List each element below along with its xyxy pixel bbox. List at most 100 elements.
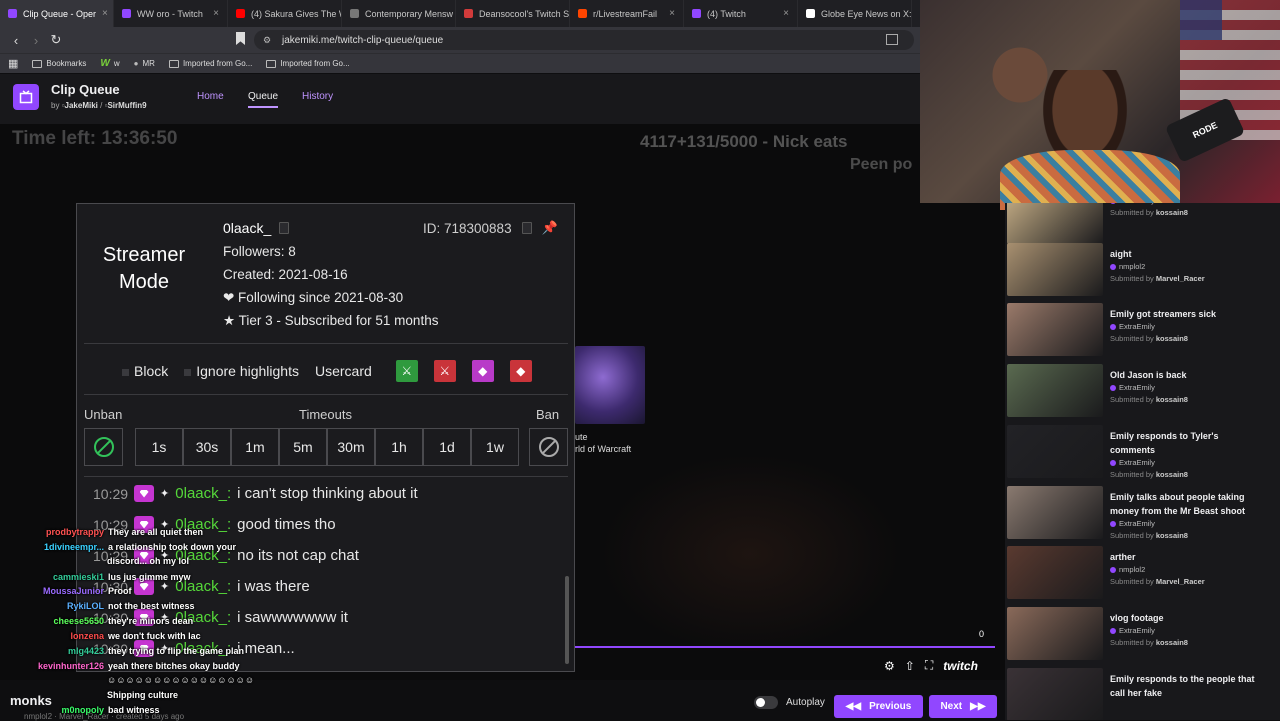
back-icon[interactable]: ‹ bbox=[6, 33, 26, 48]
queue-item-author: nmplol2 bbox=[1110, 564, 1266, 576]
timeout-button-30m[interactable]: 30m bbox=[327, 428, 375, 466]
queue-thumbnail[interactable] bbox=[1007, 303, 1103, 356]
stream-chat-message: ☺☺☺☺☺☺☺☺☺☺☺☺☺☺☺☺ bbox=[107, 675, 255, 685]
stream-chat-username: m0nopoly bbox=[61, 705, 104, 715]
queue-item[interactable]: vlog footage ExtraEmily Submitted by kossa… bbox=[1007, 607, 1277, 664]
tab-close-icon[interactable]: × bbox=[102, 8, 108, 19]
author-link[interactable]: JakeMiki bbox=[65, 101, 98, 110]
share-icon[interactable]: ⇧ bbox=[905, 659, 915, 673]
queue-item[interactable]: Emily responds to the people that call h… bbox=[1007, 668, 1277, 720]
queue-item-text: vlog footage ExtraEmily Submitted by kossa… bbox=[1110, 607, 1266, 664]
queue-thumbnail[interactable] bbox=[1007, 203, 1103, 244]
autoplay-toggle[interactable] bbox=[754, 696, 778, 709]
ban-button[interactable] bbox=[529, 428, 568, 466]
overlay-time-left: Time left: 13:36:50 bbox=[12, 128, 178, 149]
stream-chat-message: a relationship took down your bbox=[108, 542, 237, 552]
tab-close-icon[interactable]: × bbox=[669, 8, 675, 19]
queue-item[interactable]: aight nmplol2 Submitted by Marvel_Racer bbox=[1007, 243, 1277, 300]
sub-badge-icon: ✦ bbox=[160, 488, 170, 500]
copy-icon[interactable] bbox=[279, 222, 290, 234]
folder-icon bbox=[32, 59, 43, 68]
fullscreen-icon[interactable]: ⛶ bbox=[925, 658, 933, 673]
queue-item[interactable]: Old Jason is back ExtraEmily Submitted by … bbox=[1007, 364, 1277, 421]
folder-icon bbox=[266, 59, 277, 68]
previous-icon: ◀◀ bbox=[845, 701, 862, 712]
settings-gear-icon[interactable]: ⚙ bbox=[884, 659, 895, 673]
usercard-scrollbar[interactable] bbox=[565, 576, 569, 664]
browser-tab[interactable]: Clip Queue - Oper × bbox=[0, 0, 114, 27]
site-info-icon[interactable]: ⚙ bbox=[263, 35, 271, 46]
author-link[interactable]: SirMuffin9 bbox=[107, 101, 146, 110]
queue-item-text: Old Jason is back ExtraEmily Submitted by … bbox=[1110, 364, 1266, 421]
usercard-username[interactable]: 0laack_ bbox=[223, 220, 271, 236]
timeout-button-30s[interactable]: 30s bbox=[183, 428, 231, 466]
queue-thumbnail[interactable] bbox=[1007, 243, 1103, 296]
forward-icon[interactable]: › bbox=[26, 33, 46, 48]
previous-button[interactable]: ◀◀ Previous bbox=[834, 695, 923, 718]
queue-thumbnail[interactable] bbox=[1007, 425, 1103, 478]
browser-tab[interactable]: r/LivestreamFail × bbox=[570, 0, 684, 27]
queue-thumbnail[interactable] bbox=[1007, 486, 1103, 539]
usercard-link[interactable]: Usercard bbox=[315, 363, 372, 379]
queue-thumbnail[interactable] bbox=[1007, 546, 1103, 599]
queue-item[interactable]: Emily talks about people taking money fr… bbox=[1007, 486, 1277, 543]
queue-thumbnail[interactable] bbox=[1007, 607, 1103, 660]
browser-tab[interactable]: WW oro - Twitch × bbox=[114, 0, 228, 27]
video-progress-bar[interactable] bbox=[575, 646, 995, 648]
unvip-gem-icon[interactable]: ◆ bbox=[509, 360, 532, 382]
queue-sidebar[interactable]: ExtraEmilySubmitted by kossain8aightnmpl… bbox=[1005, 203, 1280, 720]
tab-close-icon[interactable]: × bbox=[783, 8, 789, 19]
tab-close-icon[interactable]: × bbox=[213, 8, 219, 19]
bookmark-imported-1[interactable]: Imported from Go... bbox=[168, 59, 252, 68]
queue-item[interactable]: arther nmplol2 Submitted by Marvel_Racer bbox=[1007, 546, 1277, 603]
queue-item[interactable]: ExtraEmilySubmitted by kossain8 bbox=[1007, 203, 1277, 248]
browser-tab[interactable]: Deansocool's Twitch St× bbox=[456, 0, 570, 27]
timeout-button-1d[interactable]: 1d bbox=[423, 428, 471, 466]
browser-tab[interactable]: (4) Sakura Gives The W× bbox=[228, 0, 342, 27]
unban-button[interactable] bbox=[84, 428, 123, 466]
next-button[interactable]: Next ▶▶ bbox=[929, 695, 997, 718]
stream-chat-username: kevinhunter126 bbox=[37, 661, 104, 671]
stream-chat-message: they trying to flip the game plan bbox=[108, 646, 245, 656]
timeout-button-1m[interactable]: 1m bbox=[231, 428, 279, 466]
screen-icon[interactable] bbox=[886, 34, 898, 45]
bookmark-bookmarks[interactable]: Bookmarks bbox=[32, 59, 86, 68]
twitch-logo-icon[interactable]: twitch bbox=[943, 659, 978, 673]
pin-icon[interactable]: 📌 bbox=[542, 220, 558, 236]
queue-item-text: ExtraEmilySubmitted by kossain8 bbox=[1110, 203, 1188, 248]
bookmark-imported-2[interactable]: Imported from Go... bbox=[266, 59, 350, 68]
stream-chat-message: They are all quiet then bbox=[108, 527, 204, 537]
timeout-button-1h[interactable]: 1h bbox=[375, 428, 423, 466]
timeout-button-1s[interactable]: 1s bbox=[135, 428, 183, 466]
nav-history[interactable]: History bbox=[302, 91, 333, 102]
bookmark-w[interactable]: Ww bbox=[100, 58, 119, 69]
timeout-button-1w[interactable]: 1w bbox=[471, 428, 519, 466]
nav-queue[interactable]: Queue bbox=[248, 91, 279, 108]
timeout-button-5m[interactable]: 5m bbox=[279, 428, 327, 466]
nav-home[interactable]: Home bbox=[197, 91, 224, 102]
ignore-highlights-checkbox[interactable]: Ignore highlights bbox=[184, 363, 299, 379]
browser-tab[interactable]: (4) Twitch × bbox=[684, 0, 798, 27]
copy-icon[interactable] bbox=[521, 222, 532, 234]
queue-thumbnail[interactable] bbox=[1007, 668, 1103, 720]
block-checkbox[interactable]: Block bbox=[122, 363, 168, 379]
queue-item-title: Emily responds to the people that call h… bbox=[1110, 674, 1255, 698]
usercard-created: Created: 2021-08-16 bbox=[223, 267, 348, 282]
message-username[interactable]: 0laack_: bbox=[175, 485, 231, 502]
queue-item[interactable]: Emily got streamers sick ExtraEmily Submit… bbox=[1007, 303, 1277, 360]
vip-gem-icon[interactable]: ◆ bbox=[471, 360, 494, 382]
reload-icon[interactable]: ↻ bbox=[46, 32, 66, 48]
queue-thumbnail[interactable] bbox=[1007, 364, 1103, 417]
bookmark-icon[interactable] bbox=[236, 32, 245, 45]
browser-tab[interactable]: Globe Eye News on X:× bbox=[798, 0, 912, 27]
submitted-by-label: Submitted by bbox=[1110, 274, 1154, 283]
mod-sword-icon[interactable]: ⚔ bbox=[395, 360, 418, 382]
apps-grid-icon[interactable]: ▦ bbox=[8, 57, 18, 70]
unmod-sword-icon[interactable]: ⚔ bbox=[433, 360, 456, 382]
author-separator: / bbox=[100, 101, 103, 110]
clip-queue-logo-icon[interactable] bbox=[13, 84, 39, 110]
url-input[interactable]: ⚙ jakemiki.me/twitch-clip-queue/queue bbox=[254, 30, 914, 50]
queue-item[interactable]: Emily responds to Tyler's comments ExtraE… bbox=[1007, 425, 1277, 482]
browser-tab[interactable]: Contemporary Mensw× bbox=[342, 0, 456, 27]
bookmark-mr[interactable]: ● MR bbox=[134, 59, 155, 68]
